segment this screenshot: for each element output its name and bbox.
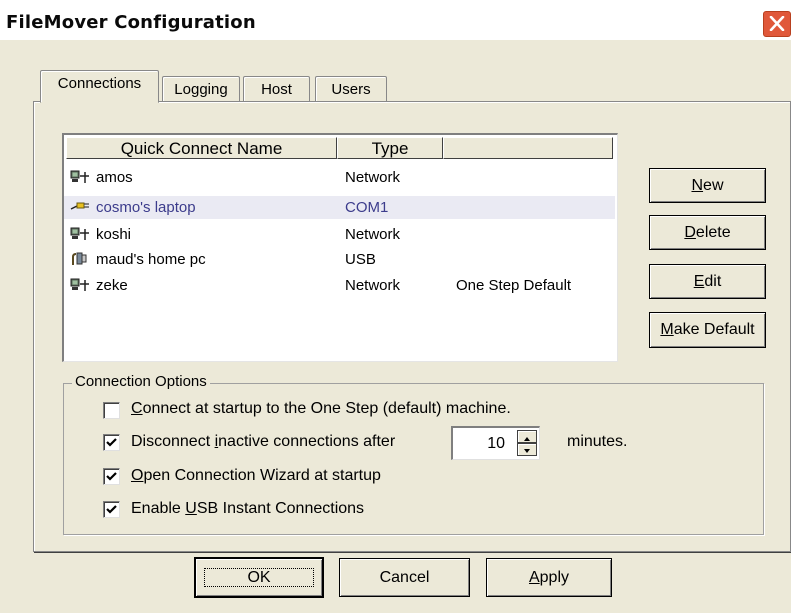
list-item[interactable]: zeke Network One Step Default bbox=[64, 274, 615, 297]
open-wizard-checkbox[interactable] bbox=[103, 468, 120, 485]
row-name: amos bbox=[96, 169, 133, 186]
column-header-type[interactable]: Type bbox=[337, 137, 443, 159]
option-mnemonic: U bbox=[185, 500, 197, 517]
row-type: Network bbox=[345, 277, 401, 294]
tab-connections[interactable]: Connections bbox=[40, 70, 159, 103]
usb-plug-icon bbox=[72, 252, 87, 265]
list-item-selected[interactable]: cosmo's laptop COM1 bbox=[64, 196, 615, 219]
timeout-value[interactable]: 10 bbox=[487, 435, 505, 453]
stepper-up-button[interactable] bbox=[517, 430, 537, 443]
apply-button[interactable]: Apply bbox=[486, 558, 612, 597]
disconnect-inactive-label[interactable]: Disconnect inactive connections after bbox=[131, 433, 395, 451]
stepper-down-button[interactable] bbox=[517, 443, 537, 456]
close-icon bbox=[769, 16, 785, 31]
new-button-label: ew bbox=[703, 177, 724, 194]
connection-options-label: Connection Options bbox=[72, 373, 210, 390]
checkmark-icon bbox=[106, 505, 117, 514]
title-bar: FileMover Configuration bbox=[0, 0, 791, 40]
make-default-mnemonic: M bbox=[660, 321, 674, 338]
disconnect-inactive-checkbox[interactable] bbox=[103, 434, 120, 451]
edit-button[interactable]: Edit bbox=[649, 264, 766, 299]
edit-button-mnemonic: E bbox=[693, 273, 705, 290]
cancel-button[interactable]: Cancel bbox=[339, 558, 470, 597]
option-text: SB Instant Connections bbox=[196, 500, 365, 517]
ok-button-label: OK bbox=[204, 568, 314, 587]
option-mnemonic: O bbox=[131, 467, 144, 484]
timeout-minutes-stepper[interactable]: 10 bbox=[451, 426, 540, 460]
option-text-pre: Disconnect bbox=[131, 433, 215, 450]
stepper-buttons bbox=[517, 430, 537, 456]
row-type: COM1 bbox=[345, 199, 389, 216]
close-button[interactable] bbox=[762, 10, 791, 38]
ok-button[interactable]: OK bbox=[194, 557, 324, 598]
tab-logging[interactable]: Logging bbox=[162, 76, 240, 103]
column-header-name[interactable]: Quick Connect Name bbox=[66, 137, 337, 159]
make-default-label: ake Default bbox=[673, 321, 755, 338]
connect-at-startup-checkbox[interactable] bbox=[103, 402, 120, 419]
delete-button[interactable]: Delete bbox=[649, 215, 766, 250]
row-name: koshi bbox=[96, 226, 132, 243]
column-header-extra[interactable] bbox=[443, 137, 613, 159]
row-type: Network bbox=[345, 169, 401, 186]
delete-button-mnemonic: D bbox=[684, 224, 696, 241]
network-computer-icon bbox=[70, 170, 89, 183]
row-name: maud's home pc bbox=[96, 251, 206, 268]
option-text: onnect at startup to the One Step (defau… bbox=[142, 400, 511, 417]
option-text: nactive connections after bbox=[218, 433, 396, 450]
checkmark-icon bbox=[106, 472, 117, 481]
apply-label: pply bbox=[539, 569, 570, 586]
checkmark-icon bbox=[106, 438, 117, 447]
connections-list[interactable]: Quick Connect Name Type amos Network cos… bbox=[62, 133, 618, 362]
row-type: USB bbox=[345, 251, 376, 268]
tab-users[interactable]: Users bbox=[315, 76, 387, 103]
network-computer-icon bbox=[70, 227, 89, 240]
option-text: pen Connection Wizard at startup bbox=[143, 467, 381, 484]
edit-button-label: dit bbox=[704, 273, 722, 290]
make-default-button[interactable]: Make Default bbox=[649, 312, 766, 348]
apply-mnemonic: A bbox=[528, 569, 540, 586]
row-name: cosmo's laptop bbox=[96, 199, 196, 216]
enable-usb-checkbox[interactable] bbox=[103, 501, 120, 518]
window-title: FileMover Configuration bbox=[6, 12, 256, 33]
option-mnemonic: C bbox=[131, 400, 143, 417]
serial-cable-icon bbox=[70, 202, 89, 210]
enable-usb-label[interactable]: Enable USB Instant Connections bbox=[131, 500, 364, 518]
minutes-label: minutes. bbox=[567, 433, 628, 450]
row-name: zeke bbox=[96, 277, 128, 294]
connect-at-startup-label[interactable]: Connect at startup to the One Step (defa… bbox=[131, 400, 511, 418]
arrow-down-icon bbox=[524, 449, 530, 453]
network-computer-icon bbox=[70, 278, 89, 291]
row-note: One Step Default bbox=[456, 277, 572, 294]
list-item[interactable]: koshi Network bbox=[64, 223, 615, 246]
new-button-mnemonic: N bbox=[691, 177, 704, 194]
open-wizard-label[interactable]: Open Connection Wizard at startup bbox=[131, 467, 381, 485]
option-text-pre: Enable bbox=[131, 500, 186, 517]
delete-button-label: elete bbox=[695, 224, 731, 241]
row-type: Network bbox=[345, 226, 401, 243]
new-button[interactable]: New bbox=[649, 168, 766, 203]
list-item[interactable]: amos Network bbox=[64, 166, 615, 189]
list-item[interactable]: maud's home pc USB bbox=[64, 248, 615, 271]
tab-host[interactable]: Host bbox=[243, 76, 310, 103]
